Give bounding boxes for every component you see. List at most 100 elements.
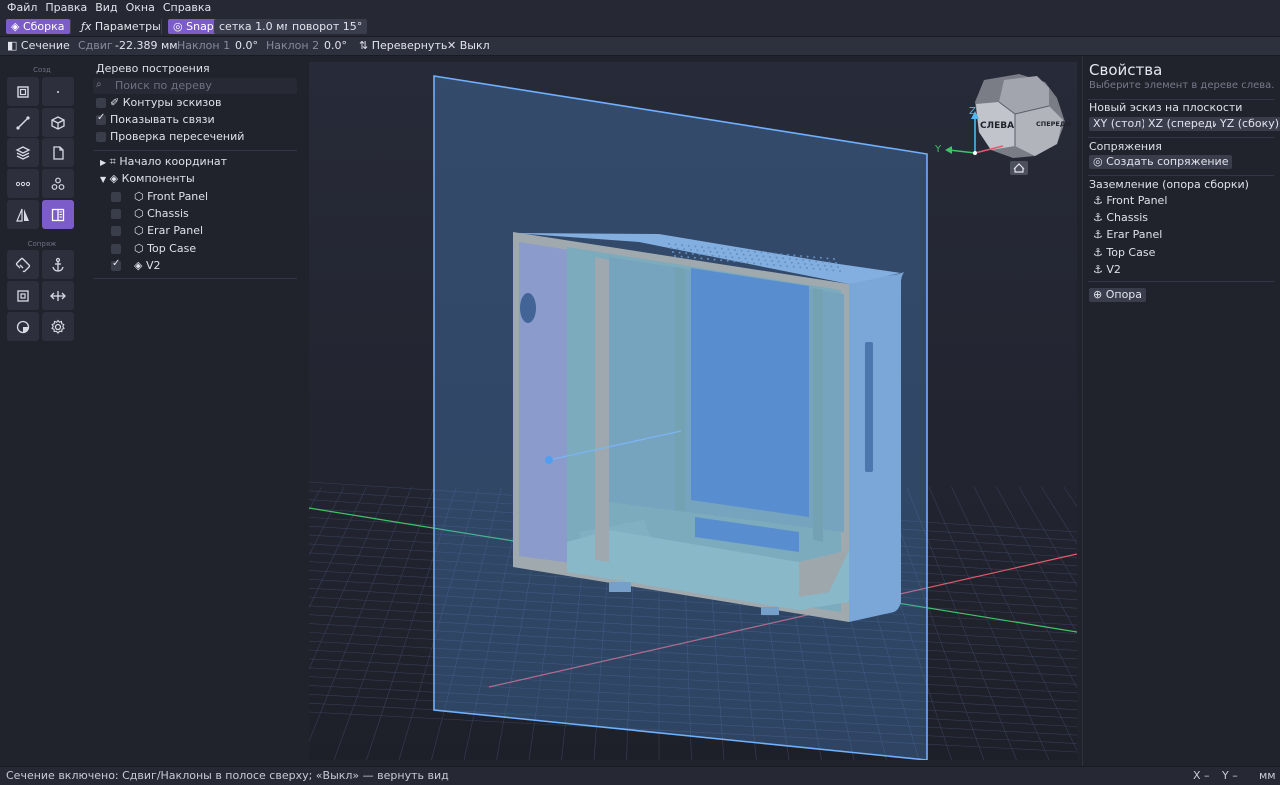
tree-item-erar-panel[interactable]: ⬡ Erar Panel <box>134 224 203 238</box>
tool-section-button[interactable] <box>42 200 74 229</box>
tool-layers-button[interactable] <box>7 138 39 167</box>
section-off-label: Выкл <box>459 39 490 52</box>
ground-item-chassis[interactable]: ⚓ Chassis <box>1093 211 1148 225</box>
ground-item-front-panel[interactable]: ⚓ Front Panel <box>1093 194 1167 208</box>
section-view-icon <box>51 208 65 221</box>
ground-item-v2[interactable]: ⚓ V2 <box>1093 263 1121 277</box>
tool-point-button[interactable] <box>42 77 74 106</box>
section-label: Сечение <box>20 39 70 52</box>
tilt2-value[interactable]: 0.0° <box>324 37 347 55</box>
tree-node-components-label: Компоненты <box>121 172 195 185</box>
create-mate-button[interactable]: ◎ Создать сопряжение <box>1089 155 1233 169</box>
menu-windows[interactable]: Окна <box>122 0 159 17</box>
section-toggle[interactable]: ◧ Сечение <box>7 37 70 55</box>
point-icon <box>57 90 59 93</box>
anchor-icon <box>52 257 64 272</box>
tool-document-button[interactable] <box>42 138 74 167</box>
cube-icon: ⬡ <box>134 190 144 203</box>
magnet-icon <box>15 257 31 272</box>
option-sketch-contours[interactable]: ✐ Контуры эскизов <box>110 96 221 110</box>
status-bar: Сечение включено: Сдвиг/Наклоны в полосе… <box>0 766 1280 785</box>
option-intersections-label[interactable]: Проверка пересечений <box>110 130 244 144</box>
tree-node-origin[interactable]: ▶ ⌗ Начало координат <box>100 155 227 169</box>
menu-edit[interactable]: Правка <box>41 0 91 17</box>
plane-xy-button[interactable]: XY (стол) <box>1089 117 1150 131</box>
tool-mirror-button[interactable] <box>7 200 39 229</box>
angle-icon <box>16 320 30 333</box>
tool-mate-button[interactable] <box>7 250 39 279</box>
tree-item-top-case[interactable]: ⬡ Top Case <box>134 242 196 256</box>
shift-label: Сдвиг <box>78 39 113 52</box>
3d-viewport[interactable]: СЛЕВА СПЕРЕДИ Z Y <box>309 62 1077 760</box>
cube-icon: ⬡ <box>134 224 144 237</box>
swap-vertical-icon: ⇅ <box>359 39 369 52</box>
cube-icon: ⬡ <box>134 242 144 255</box>
anchor-icon: ⚓ <box>1093 194 1103 207</box>
viewcube-front-label[interactable]: СПЕРЕДИ <box>1036 120 1071 128</box>
rotate-step-button[interactable]: поворот 15° <box>287 19 368 34</box>
tool-settings-button[interactable] <box>42 312 74 341</box>
tree-node-components[interactable]: ▼ ◈ Компоненты <box>100 172 195 186</box>
tree-item-label: Top Case <box>147 242 197 255</box>
tool-components-button[interactable] <box>42 169 74 198</box>
option-intersections-checkbox[interactable] <box>96 132 106 142</box>
search-icon: ⌕ <box>96 79 102 90</box>
assembly-label: Сборка <box>22 20 65 33</box>
ground-item-erar-panel[interactable]: ⚓ Erar Panel <box>1093 228 1162 242</box>
component-v2-checkbox[interactable] <box>111 258 121 271</box>
option-show-links-checkbox[interactable] <box>96 112 106 125</box>
component-top-case-checkbox[interactable] <box>111 244 121 254</box>
tool-box-button[interactable] <box>42 108 74 137</box>
tree-item-label: V2 <box>145 259 161 272</box>
tree-search-input[interactable]: Поиск по дереву <box>115 79 212 92</box>
tree-search-box[interactable]: ⌕ Поиск по дереву <box>93 78 297 94</box>
tool-pattern-button[interactable] <box>7 169 39 198</box>
properties-title: Свойства <box>1089 61 1163 79</box>
parameters-button[interactable]: ƒx Параметры <box>76 19 166 34</box>
tree-item-v2[interactable]: ◈ V2 <box>134 259 161 273</box>
tool-line-button[interactable] <box>7 108 39 137</box>
tool-angle-button[interactable] <box>7 312 39 341</box>
tree-item-label: Erar Panel <box>147 224 204 237</box>
sketch-icon: ✐ <box>110 96 120 109</box>
tool-panel: Созд Сопряж <box>0 56 84 766</box>
component-front-panel-checkbox[interactable] <box>111 192 121 202</box>
ground-item-label: V2 <box>1106 263 1121 276</box>
menu-help[interactable]: Справка <box>159 0 215 17</box>
mirror-icon <box>16 208 29 222</box>
status-unit: мм <box>1259 769 1276 782</box>
viewcube-left-label[interactable]: СЛЕВА <box>980 121 1014 131</box>
tilt1-value[interactable]: 0.0° <box>235 37 258 55</box>
tree-panel: Дерево построения ⌕ Поиск по дереву ✐ Ко… <box>86 56 306 766</box>
component-erar-panel-checkbox[interactable] <box>111 226 121 236</box>
chevron-right-icon: ▶ <box>100 158 107 167</box>
support-button[interactable]: ⊕ Опора <box>1089 288 1147 302</box>
menu-view[interactable]: Вид <box>91 0 121 17</box>
plane-yz-button[interactable]: YZ (сбоку) <box>1216 117 1280 131</box>
frame-align-icon <box>17 289 29 302</box>
ground-item-top-case[interactable]: ⚓ Top Case <box>1093 246 1155 260</box>
menu-file[interactable]: Файл <box>0 0 41 17</box>
option-sketch-contours-checkbox[interactable] <box>96 98 106 108</box>
tool-anchor-button[interactable] <box>42 250 74 279</box>
section-off-button[interactable]: ✕ Выкл <box>447 37 490 55</box>
component-chassis-checkbox[interactable] <box>111 209 121 219</box>
tool-align-button[interactable] <box>7 281 39 310</box>
snap-button[interactable]: ◎ Snap <box>168 19 219 34</box>
viewcube-home-button[interactable] <box>1010 161 1028 175</box>
section-icon: ◧ <box>7 39 18 52</box>
tool-distance-button[interactable] <box>42 281 74 310</box>
flip-button[interactable]: ⇅ Перевернуть <box>359 37 447 55</box>
option-show-links-label[interactable]: Показывать связи <box>110 113 215 127</box>
tree-item-front-panel[interactable]: ⬡ Front Panel <box>134 190 208 204</box>
tree-item-chassis[interactable]: ⬡ Chassis <box>134 207 189 221</box>
tool-frame-button[interactable] <box>7 77 39 106</box>
anchor-icon: ⚓ <box>1093 211 1103 224</box>
snap-label: Snap <box>186 20 214 33</box>
create-mate-label: Создать сопряжение <box>1106 155 1229 168</box>
grid-size-button[interactable]: сетка 1.0 мм <box>214 19 298 34</box>
shift-value[interactable]: -22.389 мм <box>115 37 178 55</box>
assembly-button[interactable]: ◈ Сборка <box>6 19 70 34</box>
anchor-icon: ⚓ <box>1093 246 1103 259</box>
distance-arrows-icon <box>50 290 66 301</box>
